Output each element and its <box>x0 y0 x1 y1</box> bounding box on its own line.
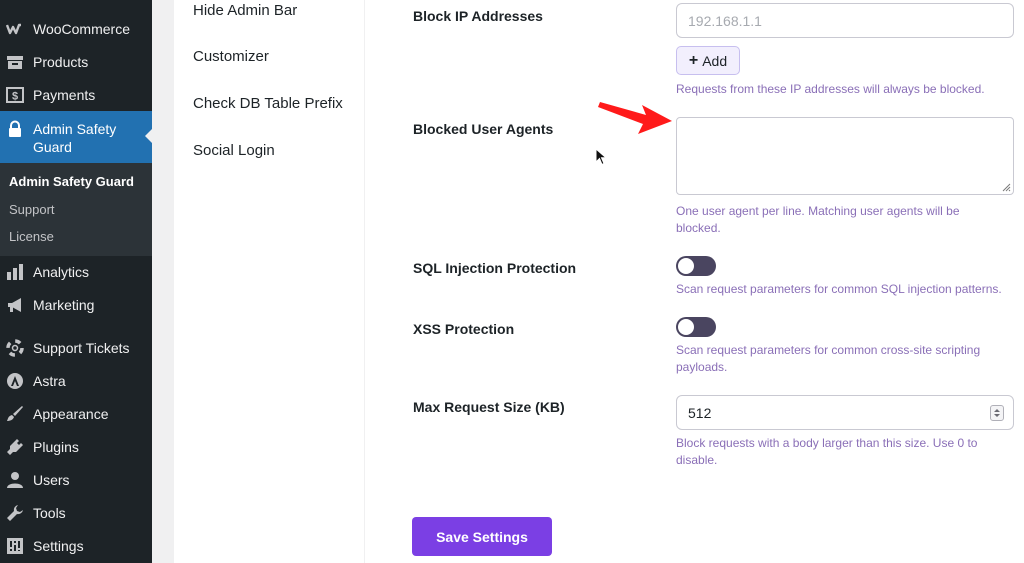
tab-check-db-table-prefix[interactable]: Check DB Table Prefix <box>193 95 343 113</box>
sidebar-item-settings[interactable]: Settings <box>0 537 152 555</box>
sidebar-item-products[interactable]: Products <box>0 53 152 71</box>
payments-icon: $ <box>6 86 24 104</box>
plugin-settings-tabs: Hide Admin Bar Customizer Check DB Table… <box>174 0 365 563</box>
max-request-input[interactable]: 512 <box>676 395 1014 430</box>
toggle-knob <box>678 319 694 335</box>
lock-icon <box>6 120 24 138</box>
plus-icon: + <box>688 51 699 69</box>
sidebar-item-marketing[interactable]: Marketing <box>0 296 152 314</box>
xss-help: Scan request parameters for common cross… <box>676 343 981 374</box>
sidebar-item-label: Support Tickets <box>33 340 130 356</box>
submenu-item-admin-safety-guard[interactable]: Admin Safety Guard <box>9 174 134 190</box>
submenu-item-license[interactable]: License <box>9 229 54 245</box>
sidebar-item-support-tickets[interactable]: Support Tickets <box>0 339 152 357</box>
plugin-icon <box>6 438 24 456</box>
sidebar-item-appearance[interactable]: Appearance <box>0 405 152 423</box>
tab-customizer[interactable]: Customizer <box>193 48 269 66</box>
settings-icon <box>6 537 24 555</box>
analytics-icon <box>6 263 24 281</box>
xss-toggle[interactable] <box>676 317 716 337</box>
sidebar-item-label: Appearance <box>33 406 109 422</box>
sidebar-item-tools[interactable]: Tools <box>0 504 152 522</box>
user-icon <box>6 471 24 489</box>
sidebar-item-users[interactable]: Users <box>0 471 152 489</box>
block-ip-help: Requests from these IP addresses will al… <box>676 82 985 96</box>
sidebar-item-astra[interactable]: Astra <box>0 372 152 390</box>
sidebar-item-label: Astra <box>33 373 66 389</box>
add-ip-button-label: Add <box>702 52 728 69</box>
tab-social-login[interactable]: Social Login <box>193 142 275 160</box>
sidebar-item-label: WooCommerce <box>33 21 130 37</box>
lifebuoy-icon <box>6 339 24 357</box>
megaphone-icon <box>6 296 24 314</box>
woocommerce-icon <box>6 20 24 38</box>
tab-hide-admin-bar[interactable]: Hide Admin Bar <box>193 2 297 20</box>
sidebar-item-label: Marketing <box>33 297 95 313</box>
user-agents-textarea[interactable] <box>676 117 1014 195</box>
paintbrush-icon <box>6 405 24 423</box>
user-agents-help: One user agent per line. Matching user a… <box>676 204 960 235</box>
sql-injection-help: Scan request parameters for common SQL i… <box>676 282 1002 296</box>
svg-text:$: $ <box>12 91 18 103</box>
admin-sidebar: WooCommerce Products $ Payments Admin Sa… <box>0 0 153 563</box>
mouse-cursor-icon <box>595 148 607 166</box>
sql-injection-label: SQL Injection Protection <box>413 260 577 276</box>
block-ip-input[interactable] <box>676 3 1014 38</box>
sidebar-item-woocommerce[interactable]: WooCommerce <box>0 20 152 38</box>
max-request-label: Max Request Size (KB) <box>413 399 565 415</box>
sidebar-item-label: Users <box>33 472 70 488</box>
sql-injection-toggle[interactable] <box>676 256 716 276</box>
wrench-icon <box>6 504 24 522</box>
number-spinner-icon[interactable] <box>990 405 1004 421</box>
sidebar-item-plugins[interactable]: Plugins <box>0 438 152 456</box>
sidebar-item-label: Payments <box>33 87 96 103</box>
astra-icon <box>6 372 24 390</box>
sidebar-item-label: Settings <box>33 538 84 554</box>
sidebar-item-payments[interactable]: $ Payments <box>0 86 152 104</box>
sidebar-item-label: Products <box>33 54 89 70</box>
resize-grip-icon[interactable] <box>1001 182 1011 192</box>
products-icon <box>6 53 24 71</box>
max-request-help: Block requests with a body larger than t… <box>676 436 978 467</box>
sidebar-item-label: Tools <box>33 505 66 521</box>
content-gutter <box>152 0 174 563</box>
sidebar-item-label: Admin Safety Guard <box>33 121 117 155</box>
user-agents-label: Blocked User Agents <box>413 121 554 137</box>
submenu-item-support[interactable]: Support <box>9 202 55 218</box>
toggle-knob <box>678 258 694 274</box>
sidebar-item-label: Analytics <box>33 264 90 280</box>
xss-label: XSS Protection <box>413 321 515 337</box>
sidebar-item-analytics[interactable]: Analytics <box>0 263 152 281</box>
add-ip-button[interactable]: + Add <box>676 46 740 75</box>
save-settings-button[interactable]: Save Settings <box>412 517 552 556</box>
red-arrow-annotation-icon <box>598 102 672 134</box>
admin-safety-guard-submenu: Admin Safety Guard Support License <box>0 163 152 256</box>
sidebar-item-label: Plugins <box>33 439 79 455</box>
sidebar-item-admin-safety-guard[interactable]: Admin Safety Guard <box>0 111 153 163</box>
block-ip-label: Block IP Addresses <box>413 8 543 24</box>
max-request-value: 512 <box>688 405 712 421</box>
